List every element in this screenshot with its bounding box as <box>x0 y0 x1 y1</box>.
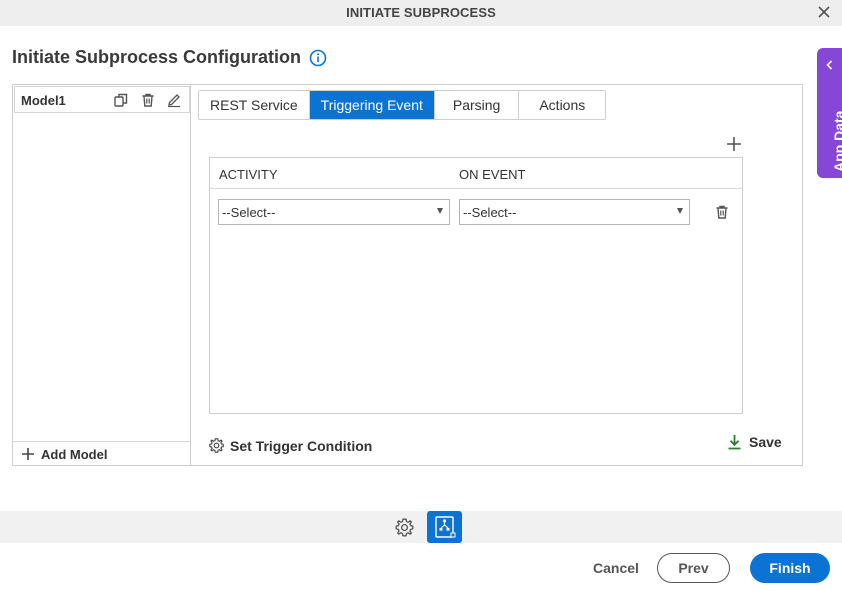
plus-icon <box>22 448 34 460</box>
edit-icon[interactable] <box>166 92 182 108</box>
add-row-icon[interactable] <box>726 136 742 152</box>
prev-button[interactable]: Prev <box>657 553 730 583</box>
app-data-tab[interactable]: App Data <box>817 48 842 178</box>
app-data-label: App Data <box>831 110 842 172</box>
add-model-label: Add Model <box>41 446 108 462</box>
dialog-title-bar: INITIATE SUBPROCESS <box>0 0 842 26</box>
model-list-item[interactable]: Model1 <box>14 86 190 113</box>
settings-gear-icon[interactable] <box>394 517 415 538</box>
tab-triggering-event[interactable]: Triggering Event <box>309 91 435 119</box>
on-event-select-value: --Select-- <box>463 205 517 220</box>
set-trigger-condition-button[interactable]: Set Trigger Condition <box>208 437 372 454</box>
tab-parsing[interactable]: Parsing <box>434 91 520 119</box>
save-button[interactable]: Save <box>727 434 782 450</box>
page-heading: Initiate Subprocess Configuration <box>12 47 327 68</box>
tab-bar: REST Service Triggering Event Parsing Ac… <box>198 90 607 120</box>
delete-icon[interactable] <box>140 92 156 108</box>
finish-button[interactable]: Finish <box>750 553 830 583</box>
process-flow-button[interactable] <box>427 511 462 543</box>
on-event-select[interactable]: --Select-- <box>459 199 690 225</box>
set-trigger-condition-label: Set Trigger Condition <box>230 437 373 454</box>
delete-row-icon[interactable] <box>714 204 730 220</box>
activity-select[interactable]: --Select-- <box>218 199 450 225</box>
dropdown-arrow-icon <box>677 208 683 214</box>
cancel-button[interactable]: Cancel <box>593 560 639 576</box>
tab-rest-service[interactable]: REST Service <box>199 91 310 119</box>
info-icon[interactable] <box>309 49 327 67</box>
column-header-activity: ACTIVITY <box>219 167 278 182</box>
copy-icon[interactable] <box>113 92 129 108</box>
gear-icon <box>209 438 224 453</box>
model-list-panel: Model1 Add Model <box>12 84 191 466</box>
process-flow-icon <box>435 516 456 538</box>
footer-toolbar <box>0 511 842 543</box>
model-name: Model1 <box>21 93 66 108</box>
dialog-title: INITIATE SUBPROCESS <box>346 5 496 20</box>
close-icon[interactable] <box>816 4 832 20</box>
trigger-event-grid: ACTIVITY ON EVENT --Select-- --Select-- <box>209 157 743 414</box>
grid-header: ACTIVITY ON EVENT <box>210 158 742 189</box>
save-label: Save <box>749 434 782 450</box>
tab-actions[interactable]: Actions <box>519 91 606 119</box>
column-header-on-event: ON EVENT <box>459 167 526 182</box>
dropdown-arrow-icon <box>437 208 443 214</box>
page-title: Initiate Subprocess Configuration <box>12 47 302 67</box>
add-model-button[interactable]: Add Model <box>13 441 190 466</box>
activity-select-value: --Select-- <box>222 205 276 220</box>
chevron-left-icon <box>826 60 833 70</box>
download-icon <box>728 435 741 450</box>
